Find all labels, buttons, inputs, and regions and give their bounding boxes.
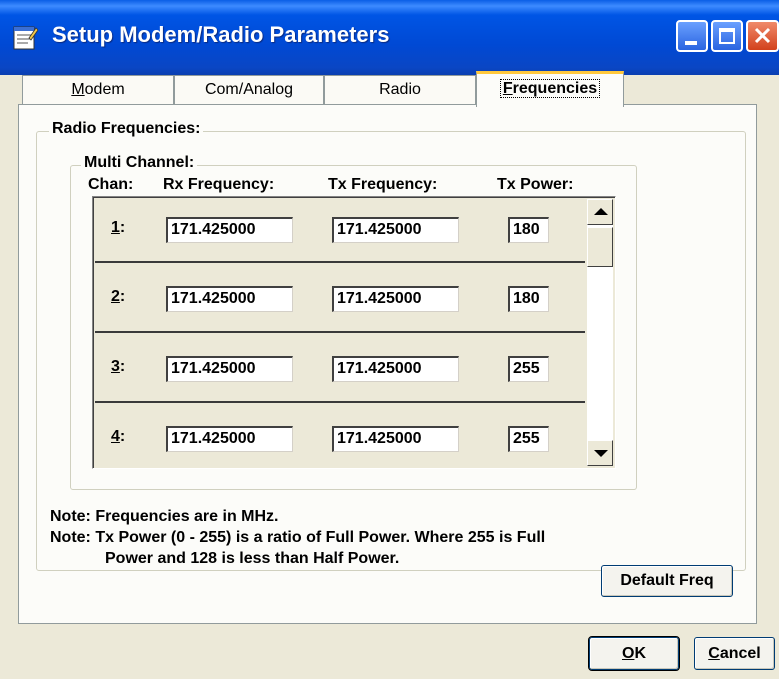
row-divider	[95, 401, 585, 403]
ok-key: O	[621, 645, 635, 662]
tab-frequencies-focus: Frequencies	[499, 79, 601, 98]
channel-label: 2:	[111, 288, 125, 306]
channel-colon: :	[119, 219, 126, 236]
tab-frequencies[interactable]: Frequencies	[476, 71, 624, 107]
cancel-button[interactable]: Cancel	[694, 637, 775, 670]
minimize-button[interactable]	[676, 20, 708, 52]
tab-radio[interactable]: Radio	[324, 75, 476, 105]
row-divider	[95, 331, 585, 333]
scroll-thumb[interactable]	[587, 227, 613, 267]
channel-row: 2: 171.425000 171.425000 180	[95, 266, 585, 336]
tx-frequency-field[interactable]: 171.425000	[332, 356, 459, 382]
window-title: Setup Modem/Radio Parameters	[52, 22, 390, 47]
tx-power-field[interactable]: 180	[508, 286, 549, 312]
multi-channel-title: Multi Channel:	[81, 154, 198, 172]
arrow-down-icon	[594, 450, 608, 457]
channel-label: 1:	[111, 219, 125, 237]
tx-frequency-field[interactable]: 171.425000	[332, 426, 459, 452]
channel-row: 3: 171.425000 171.425000 255	[95, 336, 585, 406]
tab-frequencies-label: requencies	[512, 80, 598, 97]
channel-colon: :	[119, 288, 126, 305]
note-tx-power: Note: Tx Power (0 - 255) is a ratio of F…	[50, 529, 546, 546]
channel-colon: :	[119, 428, 126, 445]
tab-frequencies-key: F	[502, 80, 513, 97]
header-tx-frequency: Tx Frequency:	[328, 176, 438, 193]
tx-power-field[interactable]: 255	[508, 356, 549, 382]
channel-number: 3	[111, 358, 120, 375]
row-divider	[95, 261, 585, 263]
scroll-up-button[interactable]	[587, 199, 613, 225]
minimize-icon	[685, 41, 697, 45]
maximize-icon	[719, 28, 735, 44]
arrow-up-icon	[594, 208, 608, 215]
channel-row: 1: 171.425000 171.425000 180	[95, 197, 585, 267]
channel-label: 3:	[111, 358, 125, 376]
scroll-down-button[interactable]	[587, 440, 613, 466]
tab-modem-label: odem	[84, 81, 125, 98]
rx-frequency-field[interactable]: 171.425000	[166, 217, 293, 243]
channel-number: 1	[111, 219, 120, 236]
rx-frequency-field[interactable]: 171.425000	[166, 286, 293, 312]
cancel-label: ancel	[719, 645, 761, 662]
header-rx-frequency: Rx Frequency:	[163, 176, 275, 193]
channel-colon: :	[119, 358, 126, 375]
ok-button[interactable]: OK	[588, 636, 680, 671]
note-tx-power-cont: Power and 128 is less than Half Power.	[105, 550, 400, 567]
cancel-key: C	[708, 645, 720, 662]
close-button[interactable]	[746, 20, 779, 52]
ok-label: K	[634, 645, 646, 662]
channel-list[interactable]: 1: 171.425000 171.425000 180 2: 171.4250…	[92, 196, 616, 469]
channel-label: 4:	[111, 428, 125, 446]
tab-modem-key: M	[71, 81, 85, 98]
tx-power-field[interactable]: 255	[508, 426, 549, 452]
rx-frequency-field[interactable]: 171.425000	[166, 356, 293, 382]
header-tx-power: Tx Power:	[497, 176, 574, 193]
close-icon	[754, 27, 771, 44]
tx-frequency-field[interactable]: 171.425000	[332, 286, 459, 312]
default-freq-button[interactable]: Default Freq	[601, 565, 733, 597]
notepad-icon	[13, 26, 38, 50]
maximize-button[interactable]	[711, 20, 743, 52]
vertical-scrollbar[interactable]	[587, 199, 613, 466]
tx-power-field[interactable]: 180	[508, 217, 549, 243]
tab-modem[interactable]: Modem	[22, 75, 174, 105]
tab-radio-label: Radio	[379, 81, 421, 98]
channel-number: 2	[111, 288, 120, 305]
title-bar[interactable]: Setup Modem/Radio Parameters	[0, 0, 779, 75]
tab-com-analog[interactable]: Com/Analog	[174, 75, 324, 105]
rx-frequency-field[interactable]: 171.425000	[166, 426, 293, 452]
note-units: Note: Frequencies are in MHz.	[50, 508, 279, 525]
channel-row: 4: 171.425000 171.425000 255	[95, 406, 585, 468]
channel-number: 4	[111, 428, 120, 445]
radio-frequencies-title: Radio Frequencies:	[49, 120, 204, 138]
tx-frequency-field[interactable]: 171.425000	[332, 217, 459, 243]
header-chan: Chan:	[88, 176, 134, 193]
tab-com-analog-label: Com/Analog	[204, 81, 294, 98]
